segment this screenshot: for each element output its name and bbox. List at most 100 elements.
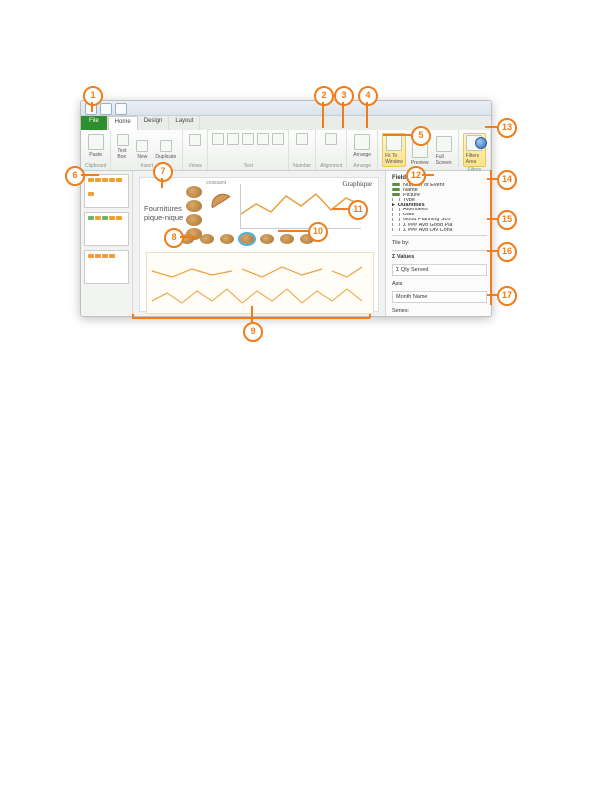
callout-bubble: 15 bbox=[497, 210, 517, 230]
thumbnail-6[interactable]: 6 bbox=[84, 212, 129, 246]
arrange-button[interactable]: Arrange bbox=[351, 133, 373, 159]
duplicate-button[interactable]: Duplicate bbox=[153, 139, 178, 161]
view-thumbnails-pane: 5 6 7 bbox=[81, 171, 133, 317]
checkbox-icon[interactable] bbox=[392, 183, 400, 186]
ribbon: Paste Clipboard Text Box New Duplicate I… bbox=[81, 130, 491, 171]
textbox-label: Text Box bbox=[117, 148, 129, 160]
panel-title: Fields bbox=[392, 175, 487, 181]
group-arrange: Arrange Arrange bbox=[347, 130, 378, 170]
callout-15: 15 bbox=[497, 210, 517, 230]
tab-layout[interactable]: Layout bbox=[169, 116, 200, 130]
food-image[interactable] bbox=[186, 186, 202, 198]
preview-label: Preview bbox=[411, 160, 429, 166]
tile-item[interactable] bbox=[280, 234, 294, 244]
croissant-image[interactable] bbox=[208, 188, 234, 214]
field-item[interactable]: Σ ### Avg Qty Cons bbox=[392, 228, 487, 231]
help-icon[interactable] bbox=[475, 137, 487, 149]
tile-item[interactable] bbox=[300, 234, 314, 244]
field-item[interactable]: Picture bbox=[392, 193, 487, 196]
checkbox-icon[interactable] bbox=[392, 223, 400, 226]
thumbnail-7[interactable]: 7 bbox=[84, 250, 129, 284]
values-label: Σ Values bbox=[392, 254, 487, 260]
callout-17: 17 bbox=[497, 286, 517, 306]
title-bar bbox=[81, 101, 491, 116]
field-item[interactable]: Date bbox=[392, 213, 487, 216]
checkbox-icon[interactable] bbox=[392, 198, 400, 201]
callout-bubble: 16 bbox=[497, 242, 517, 262]
tab-file[interactable]: File bbox=[81, 116, 108, 130]
field-label: Picture bbox=[403, 193, 420, 196]
filters-label: Filters Area bbox=[466, 153, 483, 165]
tile-item-selected[interactable] bbox=[240, 234, 254, 244]
tab-home[interactable]: Home bbox=[108, 116, 138, 130]
tile-item[interactable] bbox=[220, 234, 234, 244]
paste-button[interactable]: Paste bbox=[86, 133, 106, 159]
line-chart-top[interactable] bbox=[240, 184, 361, 229]
line-chart-bottom[interactable] bbox=[146, 252, 374, 314]
field-item[interactable]: Type bbox=[392, 198, 487, 201]
group-label: Views bbox=[189, 163, 202, 169]
group-label: Alignment bbox=[320, 163, 342, 169]
axis-label: Axis bbox=[392, 281, 487, 287]
field-label: Type bbox=[403, 198, 415, 201]
thumbnail-5[interactable]: 5 bbox=[84, 174, 129, 208]
qat-undo-icon[interactable] bbox=[100, 103, 112, 115]
italic-icon[interactable] bbox=[227, 133, 239, 145]
field-item[interactable]: Attendees bbox=[392, 208, 487, 211]
new-icon bbox=[136, 140, 148, 152]
qat-save-icon[interactable] bbox=[85, 103, 97, 115]
bold-icon[interactable] bbox=[212, 133, 224, 145]
textbox-icon bbox=[117, 134, 129, 146]
group-label: Clipboard bbox=[85, 163, 106, 169]
field-item[interactable]: Name bbox=[392, 188, 487, 191]
checkbox-icon[interactable] bbox=[392, 188, 400, 191]
checkbox-icon[interactable] bbox=[392, 213, 400, 216]
values-well[interactable]: Σ Qty Served bbox=[392, 264, 487, 276]
fullscreen-button[interactable]: Full Screen bbox=[434, 135, 454, 167]
group-label: Insert bbox=[141, 163, 154, 169]
checkbox-icon[interactable] bbox=[392, 193, 400, 196]
underline-icon[interactable] bbox=[242, 133, 254, 145]
fit-to-window-button[interactable]: Fit To Window bbox=[382, 133, 406, 167]
tile-item[interactable] bbox=[180, 234, 194, 244]
field-label: Attendees bbox=[403, 208, 428, 211]
field-item[interactable]: Good Planning Sco bbox=[392, 218, 487, 221]
workspace: 5 6 7 croissant Graphique Fournitures pi… bbox=[81, 171, 491, 317]
font-size-icon[interactable] bbox=[257, 133, 269, 145]
food-image[interactable] bbox=[186, 200, 202, 212]
views-icon[interactable] bbox=[189, 134, 201, 146]
new-button[interactable]: New bbox=[134, 139, 150, 161]
checkbox-icon[interactable] bbox=[392, 218, 400, 221]
field-item[interactable]: Number of Event bbox=[392, 183, 487, 186]
checkbox-icon[interactable] bbox=[392, 228, 400, 231]
small-title: croissant bbox=[206, 180, 226, 186]
group-text: Text bbox=[208, 130, 289, 170]
group-filters: Filters AreaFilters bbox=[459, 130, 491, 170]
field-item[interactable]: Σ ### Avg Good Pla bbox=[392, 223, 487, 226]
callout-bubble: 9 bbox=[243, 322, 263, 342]
group-views: Views bbox=[183, 130, 208, 170]
checkbox-icon[interactable] bbox=[392, 208, 400, 211]
axis-well[interactable]: Month Name bbox=[392, 291, 487, 303]
group-label: Arrange bbox=[353, 163, 371, 169]
preview-button[interactable]: Preview bbox=[409, 141, 431, 167]
qat-redo-icon[interactable] bbox=[115, 103, 127, 115]
field-label: Name bbox=[403, 188, 418, 191]
tile-item[interactable] bbox=[200, 234, 214, 244]
food-image[interactable] bbox=[186, 214, 202, 226]
font-color-icon[interactable] bbox=[272, 133, 284, 145]
arrange-label: Arrange bbox=[353, 152, 371, 158]
tab-design[interactable]: Design bbox=[138, 116, 170, 130]
tile-strip bbox=[180, 234, 314, 244]
align-icon[interactable] bbox=[325, 133, 337, 145]
paste-icon bbox=[88, 134, 104, 150]
tile-item[interactable] bbox=[260, 234, 274, 244]
number-format-icon[interactable] bbox=[296, 133, 308, 145]
field-label: Σ ### Avg Good Pla bbox=[403, 223, 452, 226]
design-canvas[interactable]: croissant Graphique Fournitures pique-ni… bbox=[139, 177, 379, 312]
callout-9: 9 bbox=[243, 322, 263, 342]
textbox-button[interactable]: Text Box bbox=[115, 133, 131, 161]
field-label: Good Planning Sco bbox=[403, 218, 450, 221]
field-group-quantities[interactable]: ▸Quantities bbox=[392, 203, 487, 205]
well-item: Month Name bbox=[396, 294, 428, 300]
